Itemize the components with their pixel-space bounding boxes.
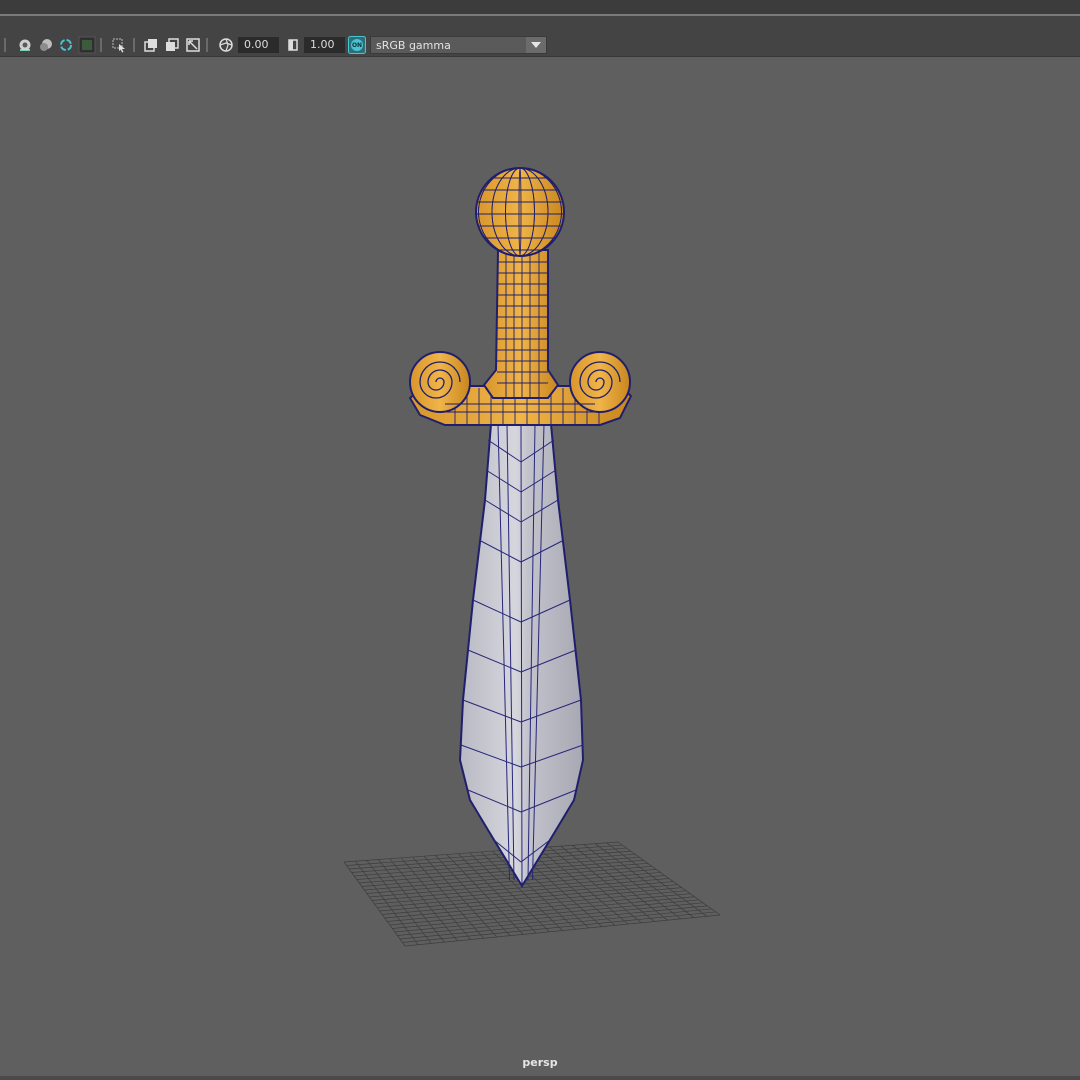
color-space-select[interactable]: sRGB gamma (370, 36, 547, 54)
exposure-field[interactable]: 0.00 (238, 37, 279, 53)
toolbar-separator (206, 38, 208, 52)
sword-blade (458, 423, 585, 888)
viewport-toolbar: 0.00 1.00 ON sRGB gamma (0, 34, 1080, 57)
xray-icon[interactable] (37, 36, 55, 54)
field-chart-icon[interactable] (184, 36, 202, 54)
chevron-down-icon[interactable] (526, 37, 546, 53)
toolbar-separator (100, 38, 102, 52)
viewport-scene (343, 167, 721, 947)
film-gate-icon[interactable] (163, 36, 181, 54)
viewport-bottom-border (0, 1076, 1080, 1080)
color-management-badge: ON (351, 41, 363, 49)
sword-pommel (475, 167, 565, 257)
toolbar-separator (4, 38, 6, 52)
toolbar-separator (133, 38, 135, 52)
resolution-gate-icon[interactable] (142, 36, 160, 54)
menu-bar-strip (0, 0, 1080, 16)
xray-joint-icon[interactable] (16, 36, 34, 54)
color-space-label: sRGB gamma (376, 39, 451, 52)
isolate-select-icon[interactable] (57, 36, 75, 54)
camera-name-label: persp (522, 1056, 558, 1069)
exposure-icon[interactable] (217, 36, 235, 54)
select-camera-icon[interactable] (110, 36, 128, 54)
gamma-icon[interactable] (284, 36, 302, 54)
panel-menu-strip (0, 16, 1080, 34)
gamma-field[interactable]: 1.00 (304, 37, 345, 53)
color-management-icon[interactable]: ON (348, 36, 366, 54)
sword-handle (482, 249, 560, 399)
wireframe-on-shaded-icon[interactable] (78, 36, 96, 54)
perspective-viewport[interactable] (0, 57, 1080, 1076)
